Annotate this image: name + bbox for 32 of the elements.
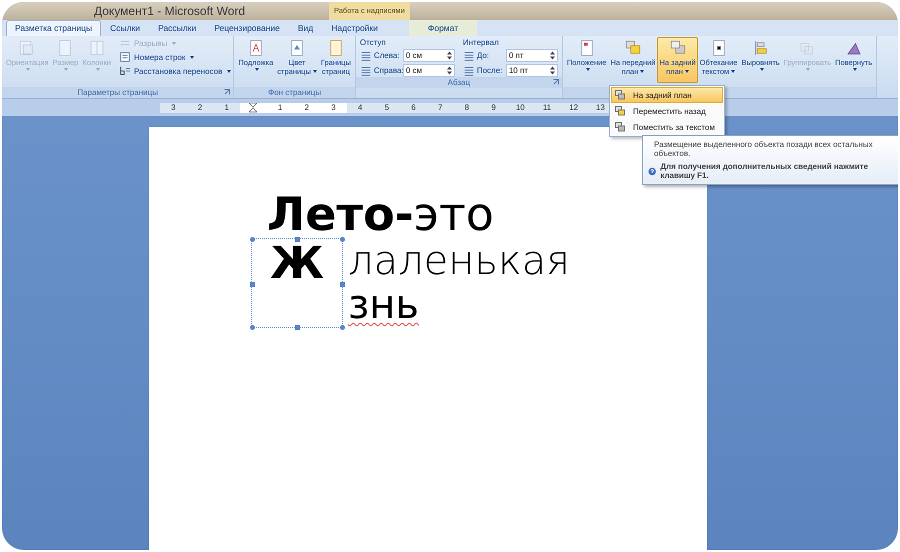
group-label: Абзац	[448, 78, 470, 87]
group-label: Фон страницы	[268, 88, 322, 97]
document-text: лаленькая	[348, 239, 571, 283]
text-box[interactable]: Ж	[252, 239, 342, 327]
window-title: Документ1 - Microsoft Word	[94, 3, 246, 20]
spin-field[interactable]: 10 пт	[506, 64, 558, 77]
ribbon-tab[interactable]: Надстройки	[322, 20, 387, 36]
field-label: После:	[476, 66, 502, 75]
section-title: Интервал	[462, 38, 500, 47]
field-label: Слева:	[374, 51, 400, 60]
ribbon-tab[interactable]: Разметка страницы	[6, 20, 102, 36]
document-text: знь	[348, 283, 419, 327]
ribbon-small-button[interactable]: Номера строк	[118, 51, 232, 63]
group-label: Параметры страницы	[77, 88, 158, 97]
menu-item[interactable]: Переместить назад	[611, 103, 723, 119]
field-label: Справа:	[374, 66, 404, 75]
menu-item[interactable]: Поместить за текстом	[611, 119, 723, 135]
ribbon-small-button[interactable]: Расстановка переносов	[118, 65, 232, 77]
field-label: До:	[476, 51, 490, 60]
spin-field[interactable]: 0 см	[402, 64, 455, 77]
spin-field[interactable]: 0 пт	[506, 49, 558, 62]
tooltip-help-text: Для получения дополнительных сведений нажмите клавишу F1.	[660, 162, 870, 180]
ribbon-tab[interactable]: Формат	[408, 20, 478, 36]
document-text: Лето-это	[267, 189, 495, 239]
ribbon-tab[interactable]: Вид	[288, 20, 322, 36]
tooltip-text: Размещение выделенного объекта позади всех остальных объектов.	[653, 140, 874, 158]
menu-item[interactable]: На задний план	[611, 87, 723, 103]
ribbon-tab[interactable]: Рассылки	[149, 20, 206, 36]
spin-field[interactable]: 0 см	[402, 49, 455, 62]
ribbon-tab[interactable]: Ссылки	[101, 20, 150, 36]
ribbon-tab[interactable]: Рецензирование	[205, 20, 289, 36]
section-title: Отступ	[360, 38, 387, 47]
